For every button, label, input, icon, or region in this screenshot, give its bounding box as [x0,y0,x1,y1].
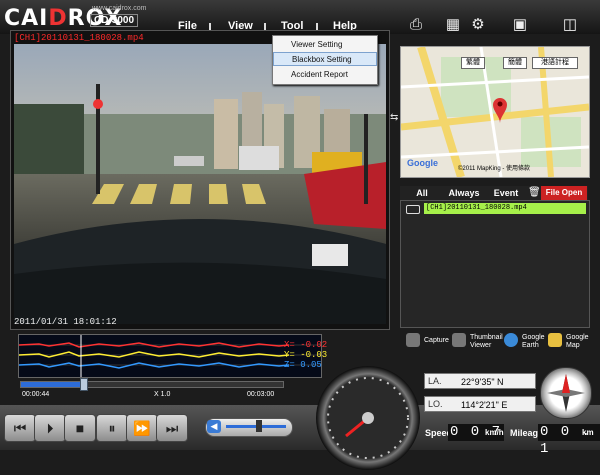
globe-icon [504,333,518,347]
google-earth-button[interactable]: Google Earth [504,333,545,355]
map-pin-icon [548,333,562,347]
fast-forward-icon: ⏩ [133,420,151,436]
model-badge: CD-3000 [90,14,139,27]
gsensor-y-line [18,351,290,358]
gsensor-z-line [18,362,290,369]
total-time: 00:03:00 [247,391,275,398]
step-play-icon: ⏵ [46,420,54,436]
tab-all[interactable]: All [408,186,436,200]
file-list [400,200,590,328]
tab-event[interactable]: Event [490,186,522,200]
print-icon[interactable]: ⎙ [406,16,426,34]
next-button[interactable]: ⏭ [156,414,188,442]
volume-handle[interactable] [256,420,262,432]
panel-toggle-icon[interactable]: ⇆ [390,112,398,123]
current-time: 00:00:44 [22,391,50,398]
car-icon [406,205,420,214]
trash-icon[interactable]: 🗑 [528,187,541,199]
menu-item-accident-report[interactable]: Accident Report [273,68,377,82]
tab-always[interactable]: Always [444,186,484,200]
video-file-label: [CH1]20110131_180028.mp4 [14,33,144,43]
mileage-unit: km [582,428,594,437]
thumbnail-icon [452,333,466,347]
skip-back-icon: ⏮ [13,420,27,436]
video-timestamp: 2011/01/31 18:01:12 [14,317,117,327]
pause-icon: ⏸ [108,420,116,436]
menu-item-blackbox-setting[interactable]: Blackbox Setting [273,52,377,66]
menu-item-viewer-setting[interactable]: Viewer Setting [273,38,377,52]
compass-icon [540,367,592,419]
list-item[interactable]: [CH1]20110131_180028.mp4 [424,203,586,214]
menu-divider [209,23,211,30]
video-frame[interactable] [14,44,386,324]
latitude-label-text: LA. [428,376,442,386]
longitude-label-text: LO. [428,399,443,409]
capture-button[interactable]: Capture [406,333,449,355]
map-copyright: ©2011 MapKing - 使用條款 [458,166,531,172]
camera-icon [406,333,420,347]
map-lang-trad[interactable]: 繁體 [461,57,485,69]
gsensor-y-value: Y= -0.03 [284,350,328,360]
playback-speed: X 1.0 [154,391,171,398]
google-map-button[interactable]: Google Map [548,333,590,355]
app-site: www.caidrox.com [92,5,147,12]
file-open-button[interactable]: File Open [541,186,587,200]
thumbnail-viewer-button[interactable]: Thumbnail Viewer [452,333,503,355]
menu-divider [264,23,266,30]
previous-button[interactable]: ⏮ [4,414,36,442]
step-play-button[interactable]: ⏵ [34,414,66,442]
tool-menu-dropdown: Viewer Setting Blackbox Setting Accident… [272,35,378,85]
device-icon[interactable]: ▣ [510,16,530,34]
map-lang-simp[interactable]: 簡體 [503,57,527,69]
speaker-icon[interactable]: ◀ [207,420,221,433]
fast-forward-button[interactable]: ⏩ [126,414,158,442]
google-logo: Google [407,158,438,168]
window-icon[interactable]: ◫ [560,16,580,34]
menu-divider [316,23,318,30]
speed-unit: km/h [485,428,504,437]
speedometer-gauge [316,366,420,470]
gsensor-graph [18,334,322,378]
seek-handle[interactable] [80,378,88,391]
map-icon[interactable]: ▦ [443,16,463,34]
skip-forward-icon: ⏭ [165,420,179,436]
map-lang-taxi[interactable]: 港語計程 [532,57,578,69]
stop-icon: ■ [75,420,85,436]
seek-progress [21,382,84,387]
stop-button[interactable]: ■ [64,414,96,442]
pause-button[interactable]: ⏸ [96,414,128,442]
gsensor-x-value: X= -0.02 [284,340,328,350]
gear-icon[interactable]: ⚙ [468,16,488,34]
